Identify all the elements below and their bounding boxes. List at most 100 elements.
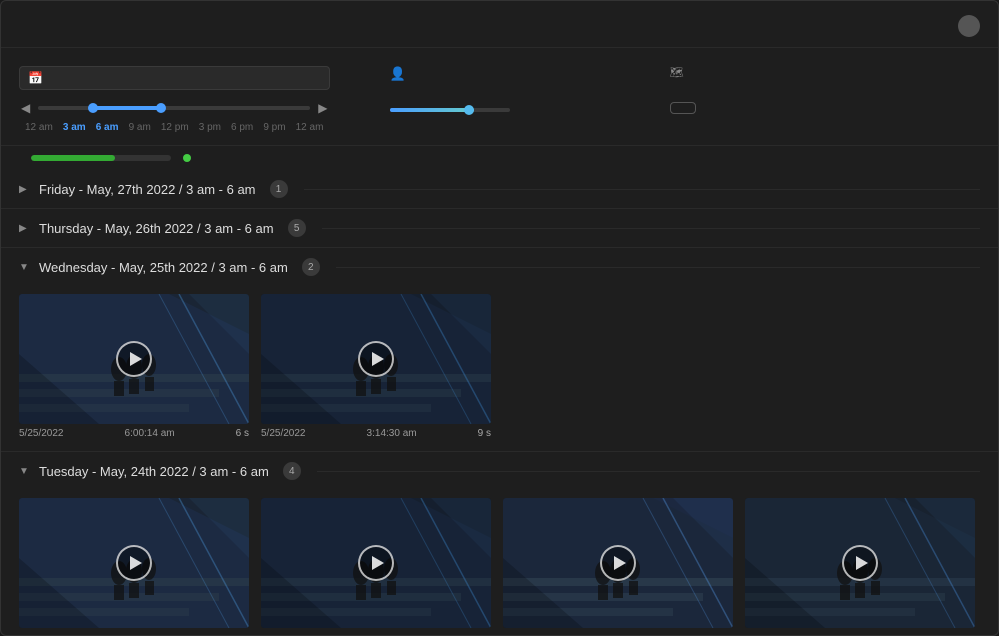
timeline-range	[93, 106, 161, 110]
play-triangle-icon-3-0	[130, 556, 142, 570]
day-group-0: ▶ Friday - May, 27th 2022 / 3 am - 6 am 1	[1, 170, 998, 209]
results-progress-bar	[31, 155, 171, 161]
video-meta-3-0: 5/24/20226:00:12 am7 s	[19, 628, 249, 630]
timeline-label-9pm: 9 pm	[263, 122, 285, 133]
what-filter-section: 👤	[390, 60, 610, 133]
play-button-2-1[interactable]	[358, 341, 394, 377]
day-header-0[interactable]: ▶ Friday - May, 27th 2022 / 3 am - 6 am 1	[1, 170, 998, 208]
video-date-2-1: 5/25/2022	[261, 428, 306, 439]
modal-header	[1, 1, 998, 48]
day-group-3: ▼Tuesday - May, 24th 2022 / 3 am - 6 am4…	[1, 452, 998, 630]
timeline-label-3am: 3 am	[63, 122, 86, 133]
play-triangle-icon-3-1	[372, 556, 384, 570]
day-badge-3: 4	[283, 462, 301, 480]
day-group-2: ▼ Wednesday - May, 25th 2022 / 3 am - 6 a…	[1, 248, 998, 452]
video-thumb-3-1	[261, 498, 491, 628]
video-date-2-0: 5/25/2022	[19, 428, 64, 439]
video-thumb-2-1	[261, 294, 491, 424]
day-header-1[interactable]: ▶ Thursday - May, 26th 2022 / 3 am - 6 am…	[1, 209, 998, 247]
play-triangle-icon-2-1	[372, 352, 384, 366]
min-event-track[interactable]	[390, 108, 510, 112]
timeline-label-3pm: 3 pm	[199, 122, 221, 133]
timeline-track	[38, 106, 310, 110]
timeline-section: ◀ ▶ 12 am 3 am 6 am 9 am 12 p	[19, 90, 330, 133]
video-card-3-3[interactable]: 5/24/20225:42:15 am3 s	[745, 498, 975, 630]
video-thumb-3-3	[745, 498, 975, 628]
where-value-display: 🗺	[670, 66, 981, 79]
video-meta-3-2: 5/24/20225:42:55 am3 s	[503, 628, 733, 630]
edit-region-wrapper	[670, 95, 981, 114]
video-meta-2-1: 5/25/2022 3:14:30 am 9 s	[261, 424, 491, 439]
video-card-3-0[interactable]: 5/24/20226:00:12 am7 s	[19, 498, 249, 630]
video-duration-2-1: 9 s	[478, 428, 491, 439]
chevron-icon-2: ▼	[19, 262, 31, 273]
day-label-2: Wednesday - May, 25th 2022 / 3 am - 6 am	[39, 260, 288, 275]
video-meta-3-3: 5/24/20225:42:15 am3 s	[745, 628, 975, 630]
chevron-icon-1: ▶	[19, 223, 31, 234]
when-filter-section: 📅 ◀ ▶ 12 am	[19, 60, 330, 133]
progress-dot	[183, 154, 191, 162]
results-list: ▶Friday - May, 27th 2022 / 3 am - 6 am1▶…	[1, 170, 998, 630]
timeline-label-12pm: 12 pm	[161, 122, 189, 133]
timeline-nav: ◀ ▶	[19, 98, 330, 118]
video-grid-3: 5/24/20226:00:12 am7 s 5/24/20225:50:47 …	[1, 490, 998, 630]
day-separator-1	[322, 228, 980, 229]
chevron-icon-0: ▶	[19, 184, 31, 195]
advanced-motion-search-modal: 📅 ◀ ▶ 12 am	[0, 0, 999, 636]
play-triangle-icon-3-2	[614, 556, 626, 570]
day-header-2[interactable]: ▼ Wednesday - May, 25th 2022 / 3 am - 6 a…	[1, 248, 998, 286]
chevron-icon-3: ▼	[19, 466, 31, 477]
video-card-3-2[interactable]: 5/24/20225:42:55 am3 s	[503, 498, 733, 630]
day-badge-0: 1	[270, 180, 288, 198]
day-separator-0	[304, 189, 980, 190]
video-time-2-0: 6:00:14 am	[125, 428, 175, 439]
calendar-icon: 📅	[28, 71, 43, 85]
play-button-3-0[interactable]	[116, 545, 152, 581]
timeline-label-12am: 12 am	[25, 122, 53, 133]
timeline-handle-right[interactable]	[156, 103, 166, 113]
video-meta-3-1: 5/24/20225:50:47 am5 s	[261, 628, 491, 630]
play-triangle-icon-2-0	[130, 352, 142, 366]
timeline-labels: 12 am 3 am 6 am 9 am 12 pm 3 pm 6 pm 9 p…	[19, 122, 330, 133]
day-label-0: Friday - May, 27th 2022 / 3 am - 6 am	[39, 182, 256, 197]
location-icon: 🗺	[670, 66, 684, 79]
timeline-label-6pm: 6 pm	[231, 122, 253, 133]
timeline-label-12am-end: 12 am	[296, 122, 324, 133]
edit-region-button[interactable]	[670, 102, 696, 114]
results-bar	[1, 146, 998, 170]
close-button[interactable]	[958, 15, 980, 37]
play-button-3-1[interactable]	[358, 545, 394, 581]
timeline-label-6am: 6 am	[96, 122, 119, 133]
person-icon: 👤	[390, 66, 406, 82]
video-time-2-1: 3:14:30 am	[367, 428, 417, 439]
video-card-3-1[interactable]: 5/24/20225:50:47 am5 s	[261, 498, 491, 630]
day-header-3[interactable]: ▼Tuesday - May, 24th 2022 / 3 am - 6 am4	[1, 452, 998, 490]
play-button-3-2[interactable]	[600, 545, 636, 581]
video-meta-2-0: 5/25/2022 6:00:14 am 6 s	[19, 424, 249, 439]
day-label-1: Thursday - May, 26th 2022 / 3 am - 6 am	[39, 221, 274, 236]
play-triangle-icon-3-3	[856, 556, 868, 570]
video-card-2-1[interactable]: 5/25/2022 3:14:30 am 9 s	[261, 294, 491, 439]
timeline-prev-arrow[interactable]: ◀	[19, 99, 32, 117]
timeline-bar[interactable]	[38, 98, 310, 118]
play-button-3-3[interactable]	[842, 545, 878, 581]
timeline-next-arrow[interactable]: ▶	[316, 99, 329, 117]
video-thumb-3-0	[19, 498, 249, 628]
day-separator-3	[317, 471, 980, 472]
what-value-display: 👤	[390, 66, 610, 82]
video-duration-2-0: 6 s	[236, 428, 249, 439]
min-event-section	[390, 100, 610, 116]
timeline-label-9am: 9 am	[129, 122, 151, 133]
play-button-2-0[interactable]	[116, 341, 152, 377]
date-range-input[interactable]: 📅	[19, 66, 330, 90]
video-thumb-2-0	[19, 294, 249, 424]
where-filter-section: 🗺	[670, 60, 981, 133]
video-grid-2: 5/25/2022 6:00:14 am 6 s 5/25/2022 3:14:30 …	[1, 286, 998, 451]
min-event-fill	[390, 108, 474, 112]
video-card-2-0[interactable]: 5/25/2022 6:00:14 am 6 s	[19, 294, 249, 439]
day-badge-1: 5	[288, 219, 306, 237]
min-event-handle[interactable]	[464, 105, 474, 115]
day-group-1: ▶ Thursday - May, 26th 2022 / 3 am - 6 am…	[1, 209, 998, 248]
timeline-handle-left[interactable]	[88, 103, 98, 113]
results-progress-fill	[31, 155, 115, 161]
